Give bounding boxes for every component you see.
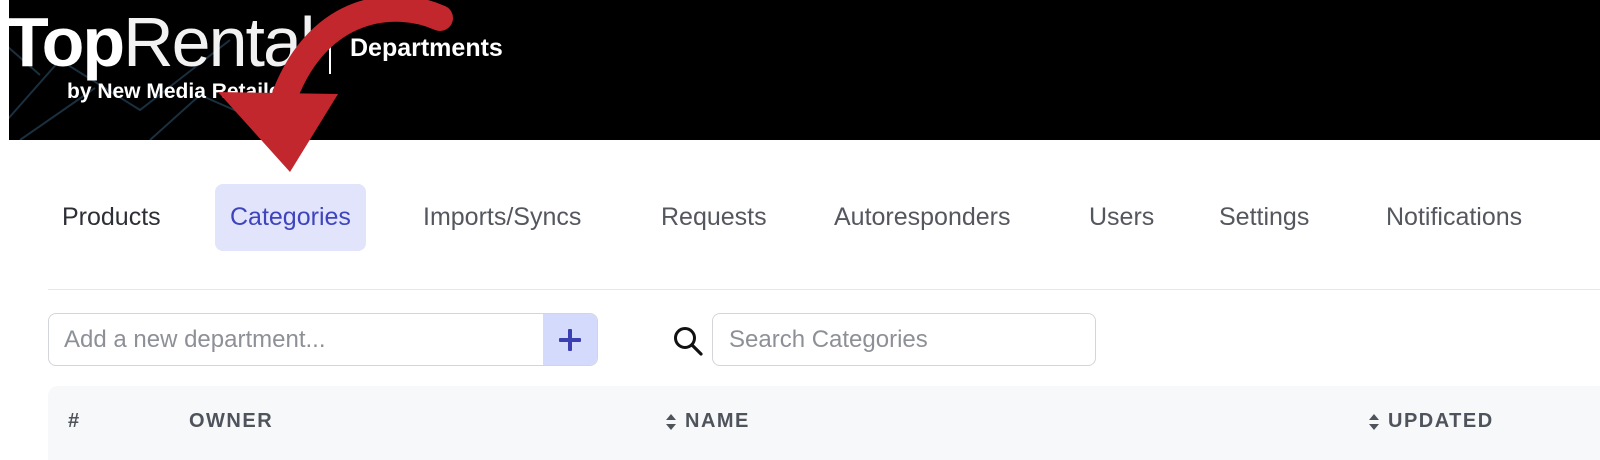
column-label: OWNER <box>189 410 274 432</box>
tab-requests[interactable]: Requests <box>661 184 767 251</box>
tab-categories[interactable]: Categories <box>215 184 366 251</box>
plus-icon <box>559 328 581 351</box>
app-header: TopRental by New Media Retailer Departme… <box>0 0 1600 140</box>
search-icon[interactable] <box>673 326 703 356</box>
table-header: # OWNER NAME UPDATED <box>48 386 1600 460</box>
main-content: Products Categories Imports/Syncs Reques… <box>9 140 1600 460</box>
column-label: # <box>68 410 81 432</box>
logo-top-text: Top <box>6 3 125 81</box>
tab-notifications[interactable]: Notifications <box>1386 184 1522 251</box>
tab-users[interactable]: Users <box>1089 184 1154 251</box>
tab-settings[interactable]: Settings <box>1219 184 1309 251</box>
sort-icon <box>666 413 676 430</box>
add-department-group <box>48 313 598 366</box>
add-department-button[interactable] <box>543 314 597 365</box>
column-label: NAME <box>685 410 750 432</box>
search-categories-input[interactable] <box>712 313 1096 366</box>
logo-byline: by New Media Retailer <box>67 80 289 103</box>
column-header-updated[interactable]: UPDATED <box>1368 410 1494 433</box>
tab-bar: Products Categories Imports/Syncs Reques… <box>9 140 1600 290</box>
column-header-number: # <box>68 410 81 433</box>
tab-products[interactable]: Products <box>62 184 161 251</box>
header-divider <box>329 32 331 74</box>
logo-rental-text: Rental <box>123 3 315 81</box>
add-department-input[interactable] <box>49 314 544 365</box>
column-header-name[interactable]: NAME <box>665 410 750 433</box>
logo[interactable]: TopRental <box>6 2 315 82</box>
column-header-owner: OWNER <box>189 410 273 433</box>
sort-icon <box>1369 413 1379 430</box>
tab-imports-syncs[interactable]: Imports/Syncs <box>423 184 581 251</box>
page-title: Departments <box>350 34 503 62</box>
column-label: UPDATED <box>1388 410 1494 432</box>
tab-autoresponders[interactable]: Autoresponders <box>834 184 1011 251</box>
tabs-divider <box>48 289 1600 290</box>
